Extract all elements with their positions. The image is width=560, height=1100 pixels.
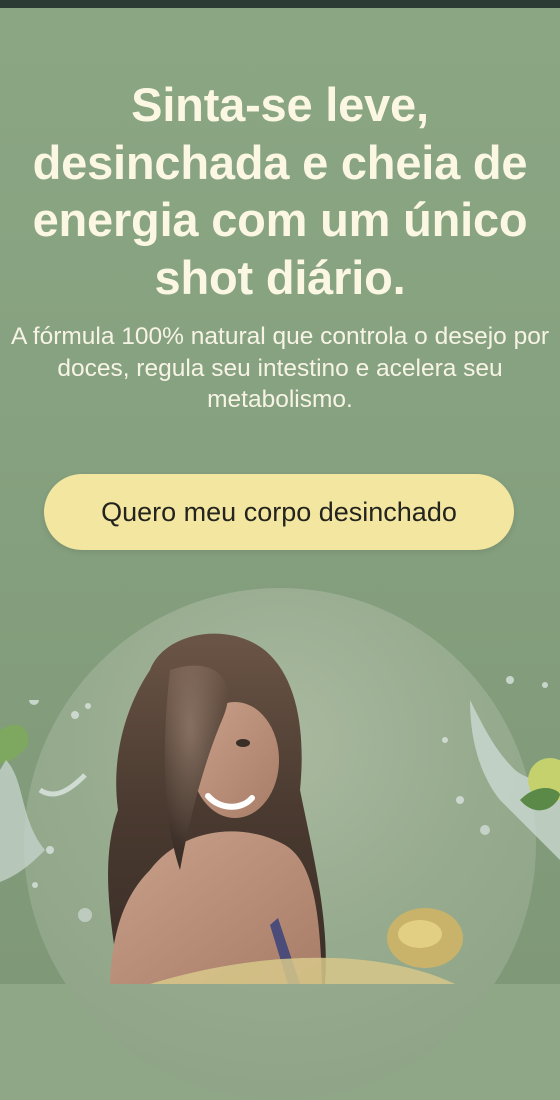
cta-button[interactable]: Quero meu corpo desinchado [44, 474, 514, 550]
hero-subtext: A fórmula 100% natural que controla o de… [11, 323, 549, 413]
hero-headline: Sinta-se leve, desinchada e cheia de ene… [32, 78, 528, 304]
top-status-bar [0, 0, 560, 8]
water-splash-right-icon [442, 676, 560, 860]
water-splash-left-icon [0, 700, 92, 922]
